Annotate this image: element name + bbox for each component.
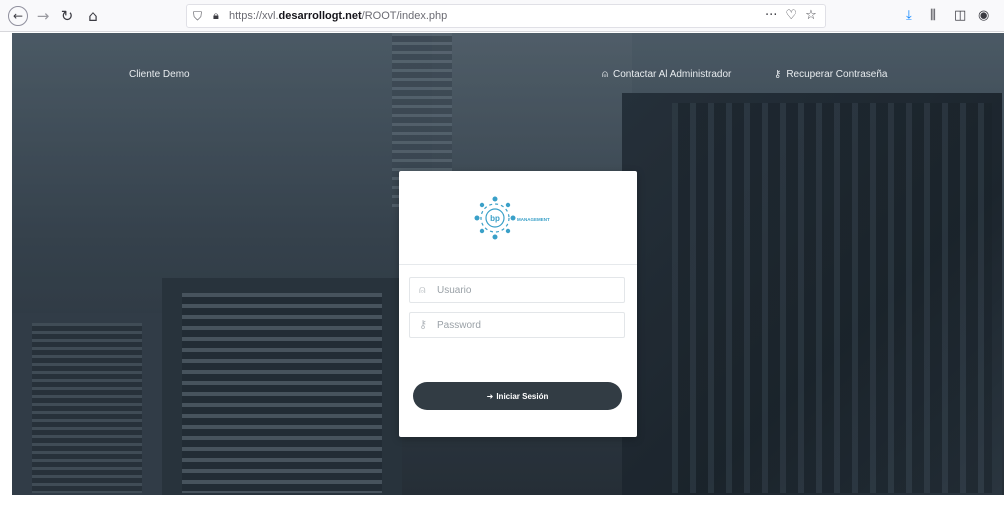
forward-icon[interactable]: → — [34, 7, 52, 25]
sidebar-icon[interactable]: ◫ — [954, 8, 966, 23]
user-icon: ⍝ — [419, 283, 426, 296]
url-bar[interactable]: ⛉ 🔒︎ https://xvl.desarrollogt.net/ROOT/i… — [186, 4, 826, 28]
recover-password-link[interactable]: ⚷ Recuperar Contraseña — [774, 69, 888, 80]
back-icon[interactable]: ← — [8, 6, 28, 26]
login-card: bp MANAGEMENT ⍝ ⚷ ➜ Iniciar Sesión — [399, 171, 637, 437]
client-name: Cliente Demo — [129, 69, 190, 80]
contact-admin-label: Contactar Al Administrador — [613, 69, 732, 80]
logo-text: MANAGEMENT — [517, 217, 550, 222]
library-icon[interactable]: ⫼ — [930, 8, 936, 23]
url-actions: ··· ♡ ☆ — [765, 8, 817, 23]
login-button[interactable]: ➜ Iniciar Sesión — [413, 382, 622, 410]
key-icon: ⚷ — [774, 69, 782, 80]
key-icon: ⚷ — [419, 318, 428, 331]
password-field[interactable]: ⚷ — [409, 312, 625, 338]
username-input[interactable] — [437, 282, 617, 298]
browser-toolbar: ← → ↻ ⌂ ⛉ 🔒︎ https://xvl.desarrollogt.ne… — [0, 0, 1004, 32]
pocket-icon[interactable]: ♡ — [785, 8, 797, 23]
reload-icon[interactable]: ↻ — [58, 7, 76, 25]
shield-icon[interactable]: ⛉ — [193, 9, 202, 24]
username-field[interactable]: ⍝ — [409, 277, 625, 303]
contact-admin-link[interactable]: ⍝ Contactar Al Administrador — [602, 69, 731, 80]
sign-in-icon: ➜ — [486, 391, 494, 401]
client-name-label: Cliente Demo — [129, 69, 190, 80]
recover-password-label: Recuperar Contraseña — [786, 69, 888, 80]
svg-text:bp: bp — [490, 214, 500, 223]
url-domain: desarrollogt.net — [278, 10, 362, 22]
lock-icon[interactable]: 🔒︎ — [213, 9, 219, 23]
home-icon[interactable]: ⌂ — [84, 7, 102, 25]
more-icon[interactable]: ··· — [765, 8, 777, 23]
download-icon[interactable]: ⤓ — [906, 8, 912, 23]
login-button-label: Iniciar Sesión — [496, 391, 549, 401]
url-text[interactable]: https://xvl.desarrollogt.net/ROOT/index.… — [229, 10, 447, 22]
user-icon: ⍝ — [602, 69, 608, 80]
url-prefix: https://xvl. — [229, 10, 279, 22]
login-page: Cliente Demo ⍝ Contactar Al Administrado… — [12, 33, 1004, 495]
divider — [399, 264, 637, 265]
account-icon[interactable]: ◉ — [978, 8, 989, 23]
password-input[interactable] — [437, 317, 617, 333]
management-logo: bp MANAGEMENT — [474, 196, 550, 240]
url-path: /ROOT/index.php — [361, 10, 448, 22]
bookmark-star-icon[interactable]: ☆ — [805, 8, 817, 23]
